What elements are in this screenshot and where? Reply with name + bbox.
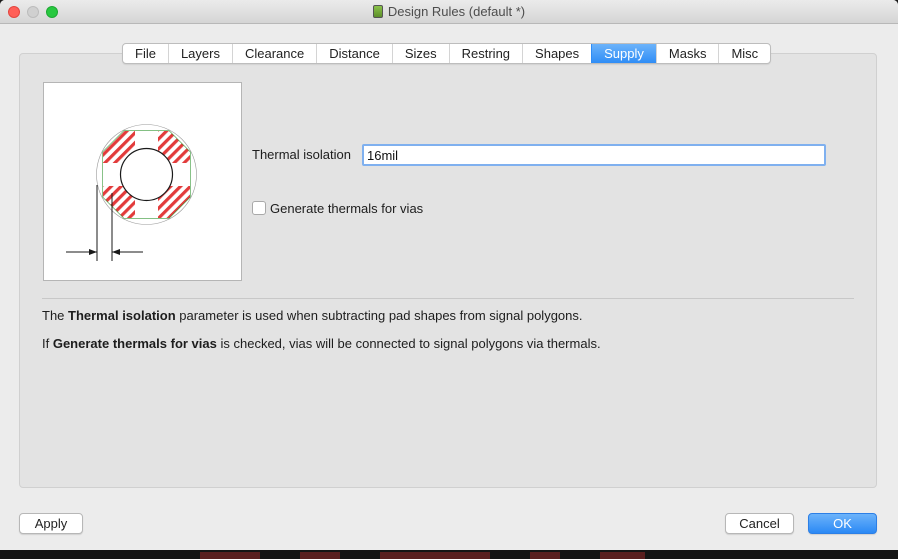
tab-bar: File Layers Clearance Distance Sizes Res… xyxy=(122,43,772,64)
title-bar[interactable]: Design Rules (default *) xyxy=(0,0,898,24)
thermal-preview-image xyxy=(43,82,242,281)
help-separator xyxy=(42,298,854,299)
tab-supply[interactable]: Supply xyxy=(591,44,656,63)
desktop-background xyxy=(0,550,898,559)
cancel-button[interactable]: Cancel xyxy=(725,513,794,534)
tab-masks[interactable]: Masks xyxy=(655,44,719,63)
drill-hole xyxy=(119,147,174,202)
tab-file[interactable]: File xyxy=(123,44,168,63)
tab-layers[interactable]: Layers xyxy=(167,44,232,63)
tab-clearance[interactable]: Clearance xyxy=(231,44,316,63)
thermal-pad-illustration xyxy=(66,124,197,261)
apply-button[interactable]: Apply xyxy=(19,513,83,534)
help-text-generate-thermals: If Generate thermals for vias is checked… xyxy=(42,336,601,351)
window-title-text: Design Rules (default *) xyxy=(387,4,526,19)
tab-misc[interactable]: Misc xyxy=(718,44,770,63)
thermal-isolation-label: Thermal isolation xyxy=(252,147,351,162)
tab-sizes[interactable]: Sizes xyxy=(391,44,449,63)
document-icon xyxy=(372,5,383,18)
tab-shapes[interactable]: Shapes xyxy=(522,44,591,63)
design-rules-window: Design Rules (default *) File Layers Cle… xyxy=(0,0,898,550)
thermal-isolation-input[interactable] xyxy=(362,144,826,166)
tab-restring[interactable]: Restring xyxy=(448,44,522,63)
generate-thermals-label[interactable]: Generate thermals for vias xyxy=(270,201,423,216)
generate-thermals-checkbox[interactable] xyxy=(252,201,266,215)
ok-button[interactable]: OK xyxy=(808,513,877,534)
tab-distance[interactable]: Distance xyxy=(316,44,392,63)
window-title: Design Rules (default *) xyxy=(0,4,898,19)
help-text-thermal-isolation: The Thermal isolation parameter is used … xyxy=(42,308,583,323)
